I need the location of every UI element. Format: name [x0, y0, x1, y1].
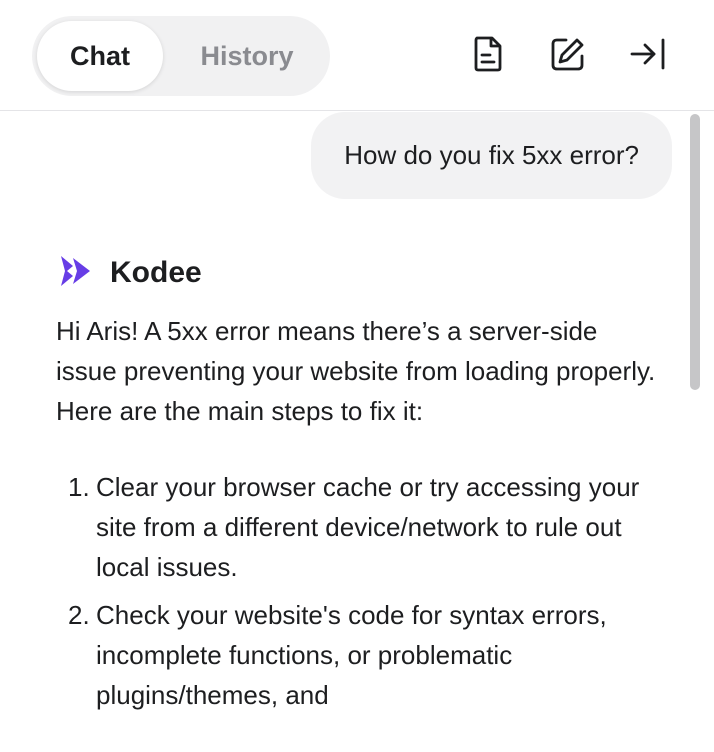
assistant-intro-text: Hi Aris! A 5xx error means there’s a ser…: [56, 316, 656, 426]
steps-list: 1. Clear your browser cache or try acces…: [56, 467, 656, 715]
edit-icon: [550, 36, 586, 77]
scrollbar[interactable]: [690, 114, 700, 752]
chat-history-toggle: Chat History: [32, 16, 330, 96]
list-item-text: Clear your browser cache or try accessin…: [96, 472, 640, 582]
assistant-header: Kodee: [58, 251, 202, 295]
tab-chat[interactable]: Chat: [37, 21, 163, 91]
tab-history[interactable]: History: [172, 21, 322, 91]
assistant-name: Kodee: [110, 256, 202, 289]
panel-header: Chat History: [0, 0, 714, 111]
list-item: 2. Check your website's code for syntax …: [56, 595, 656, 715]
assistant-message: Hi Aris! A 5xx error means there’s a ser…: [56, 311, 656, 723]
collapse-panel-button[interactable]: [626, 34, 670, 78]
scrollbar-thumb[interactable]: [690, 114, 700, 390]
chat-thread[interactable]: How do you fix 5xx error? Kodee Hi Aris!…: [0, 111, 714, 752]
chat-panel: Chat History How do you fix 5xx error? K…: [0, 0, 714, 752]
tab-chat-label: Chat: [70, 40, 130, 71]
user-message-bubble: How do you fix 5xx error?: [311, 112, 672, 199]
new-chat-button[interactable]: [546, 34, 590, 78]
document-button[interactable]: [466, 34, 510, 78]
list-item-number: 2.: [68, 600, 90, 630]
list-item-text: Check your website's code for syntax err…: [96, 600, 607, 710]
tab-history-label: History: [200, 40, 294, 71]
kodee-logo-icon: [58, 254, 92, 293]
user-message-text: How do you fix 5xx error?: [344, 140, 639, 170]
list-item: 1. Clear your browser cache or try acces…: [56, 467, 656, 587]
list-item-number: 1.: [68, 472, 90, 502]
collapse-panel-icon: [629, 37, 667, 76]
document-icon: [473, 36, 503, 77]
